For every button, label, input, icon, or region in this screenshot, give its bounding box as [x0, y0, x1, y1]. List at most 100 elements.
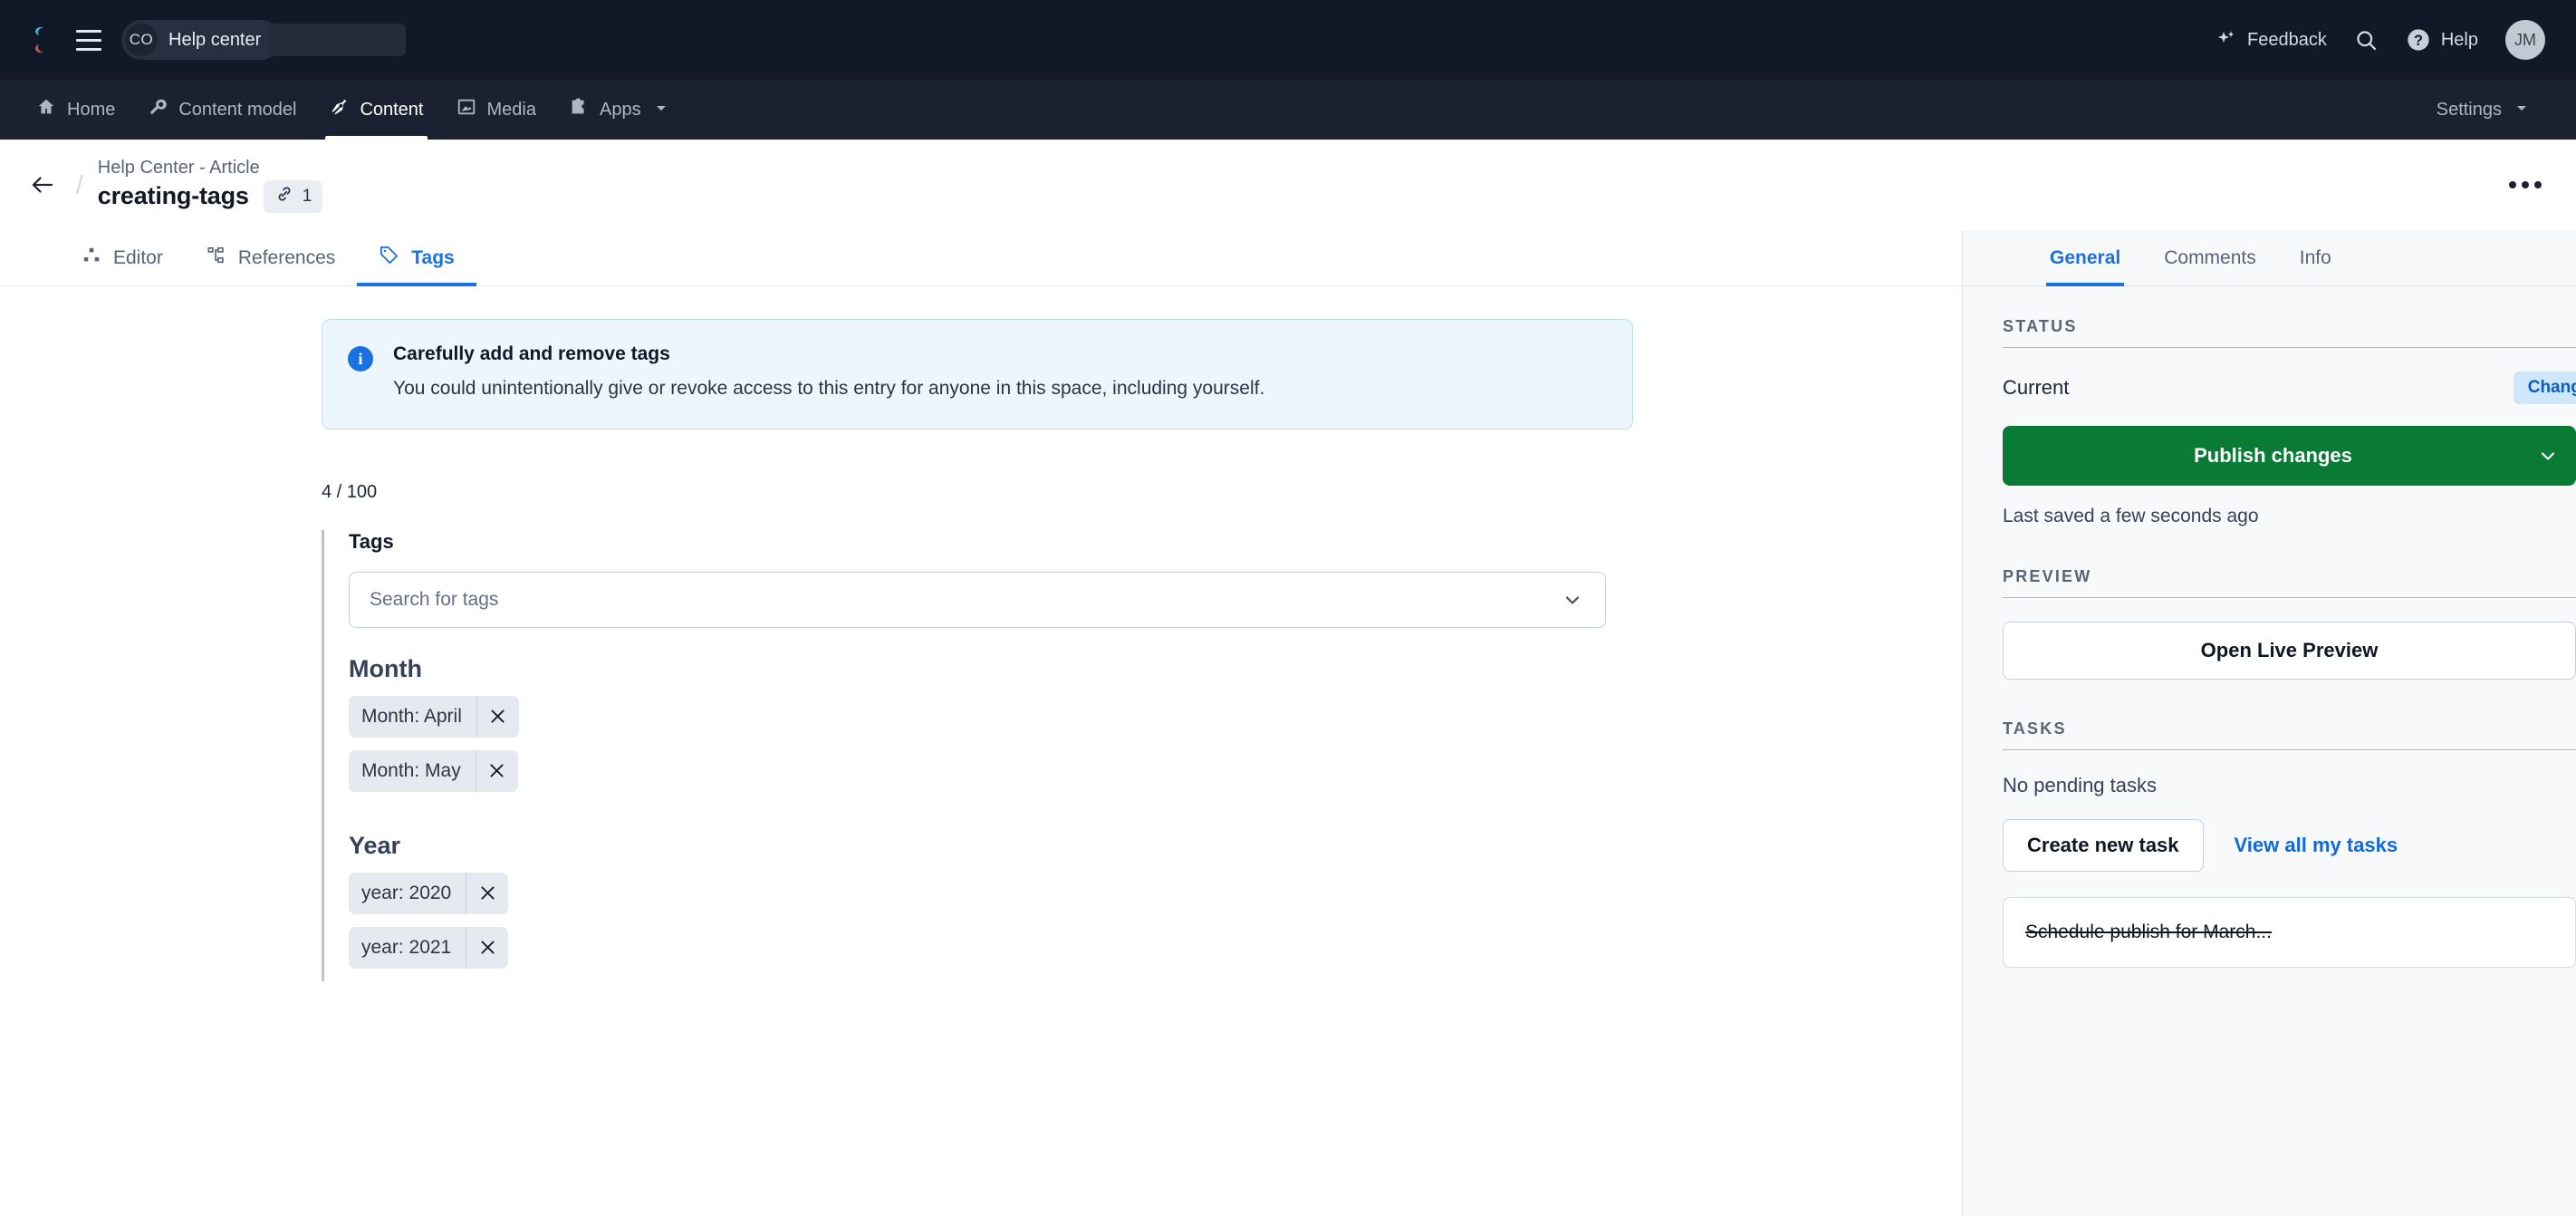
nav-item-content[interactable]: Content [312, 80, 439, 140]
nav-label-content: Content [360, 100, 423, 121]
entry-header: / Help Center - Article creating-tags 1 [0, 140, 2576, 230]
wrench-icon [148, 97, 168, 122]
sidebar-body: STATUS Current Changed Publish changes L… [1963, 286, 2576, 1216]
tag-pill-label: Month: May [349, 750, 476, 792]
tag-pill: year: 2020 [349, 873, 508, 914]
avatar[interactable]: JM [2505, 20, 2545, 60]
caret-down-icon [654, 100, 668, 121]
tags-field-label: Tags [349, 530, 1635, 554]
task-item-text: Schedule publish for March... [2025, 922, 2272, 942]
tag-pill: year: 2021 [349, 927, 508, 969]
sidebar-tab-comments[interactable]: Comments [2142, 230, 2278, 285]
view-all-my-tasks-link[interactable]: View all my tasks [2235, 834, 2398, 857]
puzzle-icon [569, 97, 589, 122]
spacer [2003, 680, 2576, 719]
nav-label-apps: Apps [600, 100, 641, 121]
nav-item-content-model[interactable]: Content model [131, 80, 312, 140]
search-icon [2354, 28, 2379, 53]
task-item[interactable]: Schedule publish for March... [2003, 897, 2576, 968]
nav-item-settings[interactable]: Settings [2420, 100, 2545, 121]
sidebar-tab-label: Info [2300, 247, 2331, 269]
sidebar-tab-general[interactable]: General [2028, 230, 2142, 285]
breadcrumb-separator: / [76, 170, 83, 199]
tag-pill-label: Month: April [349, 696, 477, 738]
chevron-down-icon[interactable] [1562, 589, 1583, 611]
close-icon[interactable] [466, 873, 508, 914]
help-button[interactable]: ? Help [2406, 27, 2478, 53]
publish-changes-button[interactable]: Publish changes [2003, 426, 2576, 486]
nav-item-media[interactable]: Media [440, 80, 553, 140]
tag-search-input[interactable]: Search for tags [349, 572, 1606, 628]
close-icon[interactable] [477, 696, 519, 738]
tab-label-tags: Tags [411, 247, 454, 269]
tab-editor[interactable]: Editor [60, 230, 185, 285]
publish-button-label: Publish changes [2003, 444, 2520, 468]
main-content: Editor References Tags [0, 230, 1962, 1216]
search-button[interactable] [2354, 28, 2379, 53]
tags-counter: 4 / 100 [322, 482, 1962, 503]
nav-right-group: Settings [2420, 80, 2545, 140]
tag-search-placeholder: Search for tags [370, 589, 498, 611]
nav-item-apps[interactable]: Apps [553, 80, 685, 140]
open-live-preview-label: Open Live Preview [2201, 639, 2379, 662]
info-icon: i [348, 346, 373, 372]
tab-references[interactable]: References [185, 230, 357, 285]
task-actions: Create new task View all my tasks [2003, 819, 2576, 872]
tag-list: year: 2020 year: 2021 [349, 873, 1635, 981]
close-icon[interactable] [476, 750, 518, 792]
search-placeholder-block[interactable] [268, 24, 406, 56]
status-badge: Changed [2514, 372, 2576, 404]
preview-section-heading: PREVIEW [2003, 567, 2576, 598]
feedback-button[interactable]: Feedback [2216, 29, 2327, 51]
question-circle-icon: ? [2406, 27, 2431, 53]
open-live-preview-button[interactable]: Open Live Preview [2003, 622, 2576, 680]
ellipsis-icon[interactable] [2505, 172, 2545, 198]
sidebar-tabs: General Comments Info [1963, 230, 2576, 286]
body: Editor References Tags [0, 230, 2576, 1216]
top-bar: CO Help center Feedback [0, 0, 2576, 80]
sidebar-tab-label: General [2050, 247, 2120, 269]
sidebar: General Comments Info STATUS Current Cha… [1962, 230, 2576, 1216]
close-icon[interactable] [466, 927, 508, 969]
breadcrumb: Help Center - Article creating-tags 1 [98, 158, 323, 213]
tag-icon [379, 245, 399, 271]
page-title: creating-tags [98, 182, 249, 210]
status-row: Current Changed [2003, 372, 2576, 404]
scroll-fade [0, 1176, 1962, 1216]
pen-nib-icon [329, 97, 349, 122]
space-avatar: CO [125, 24, 158, 56]
nav-label-settings: Settings [2437, 100, 2502, 121]
nav-label-content-model: Content model [178, 100, 296, 121]
links-count: 1 [303, 187, 312, 207]
nav-label-home: Home [67, 100, 115, 121]
no-pending-tasks-text: No pending tasks [2003, 774, 2576, 797]
tag-list: Month: April Month: May [349, 696, 1635, 805]
tasks-section-heading: TASKS [2003, 719, 2576, 750]
tab-tags[interactable]: Tags [357, 230, 476, 285]
contentful-logo-icon[interactable] [22, 22, 58, 58]
svg-text:?: ? [2414, 33, 2423, 49]
hamburger-menu-icon[interactable] [71, 22, 107, 58]
links-badge[interactable]: 1 [264, 180, 323, 213]
image-icon [457, 97, 476, 122]
tab-label-editor: Editor [113, 247, 163, 269]
tag-group-month: Month Month: April Month: May [349, 655, 1635, 805]
sidebar-scroll-fade [1963, 1180, 2576, 1216]
entry-tabs: Editor References Tags [0, 230, 1962, 286]
nav-label-media: Media [487, 100, 536, 121]
sidebar-tab-info[interactable]: Info [2278, 230, 2353, 285]
chevron-down-icon[interactable] [2520, 445, 2576, 467]
tag-pill: Month: May [349, 750, 518, 792]
space-selector[interactable]: CO Help center [121, 20, 281, 60]
top-bar-actions: Feedback ? Help JM [2216, 20, 2545, 60]
home-icon [36, 97, 56, 122]
create-new-task-button[interactable]: Create new task [2003, 819, 2204, 872]
last-saved-text: Last saved a few seconds ago [2003, 506, 2576, 527]
tags-field: Tags Search for tags Month Month: April [322, 530, 1635, 981]
main-nav: Home Content model Content Media Apps Se… [0, 80, 2576, 140]
arrow-left-icon[interactable] [22, 164, 63, 206]
tag-group-year: Year year: 2020 year: 2021 [349, 832, 1635, 981]
tab-label-references: References [238, 247, 335, 269]
nav-item-home[interactable]: Home [20, 80, 131, 140]
tag-pill-label: year: 2020 [349, 873, 466, 914]
